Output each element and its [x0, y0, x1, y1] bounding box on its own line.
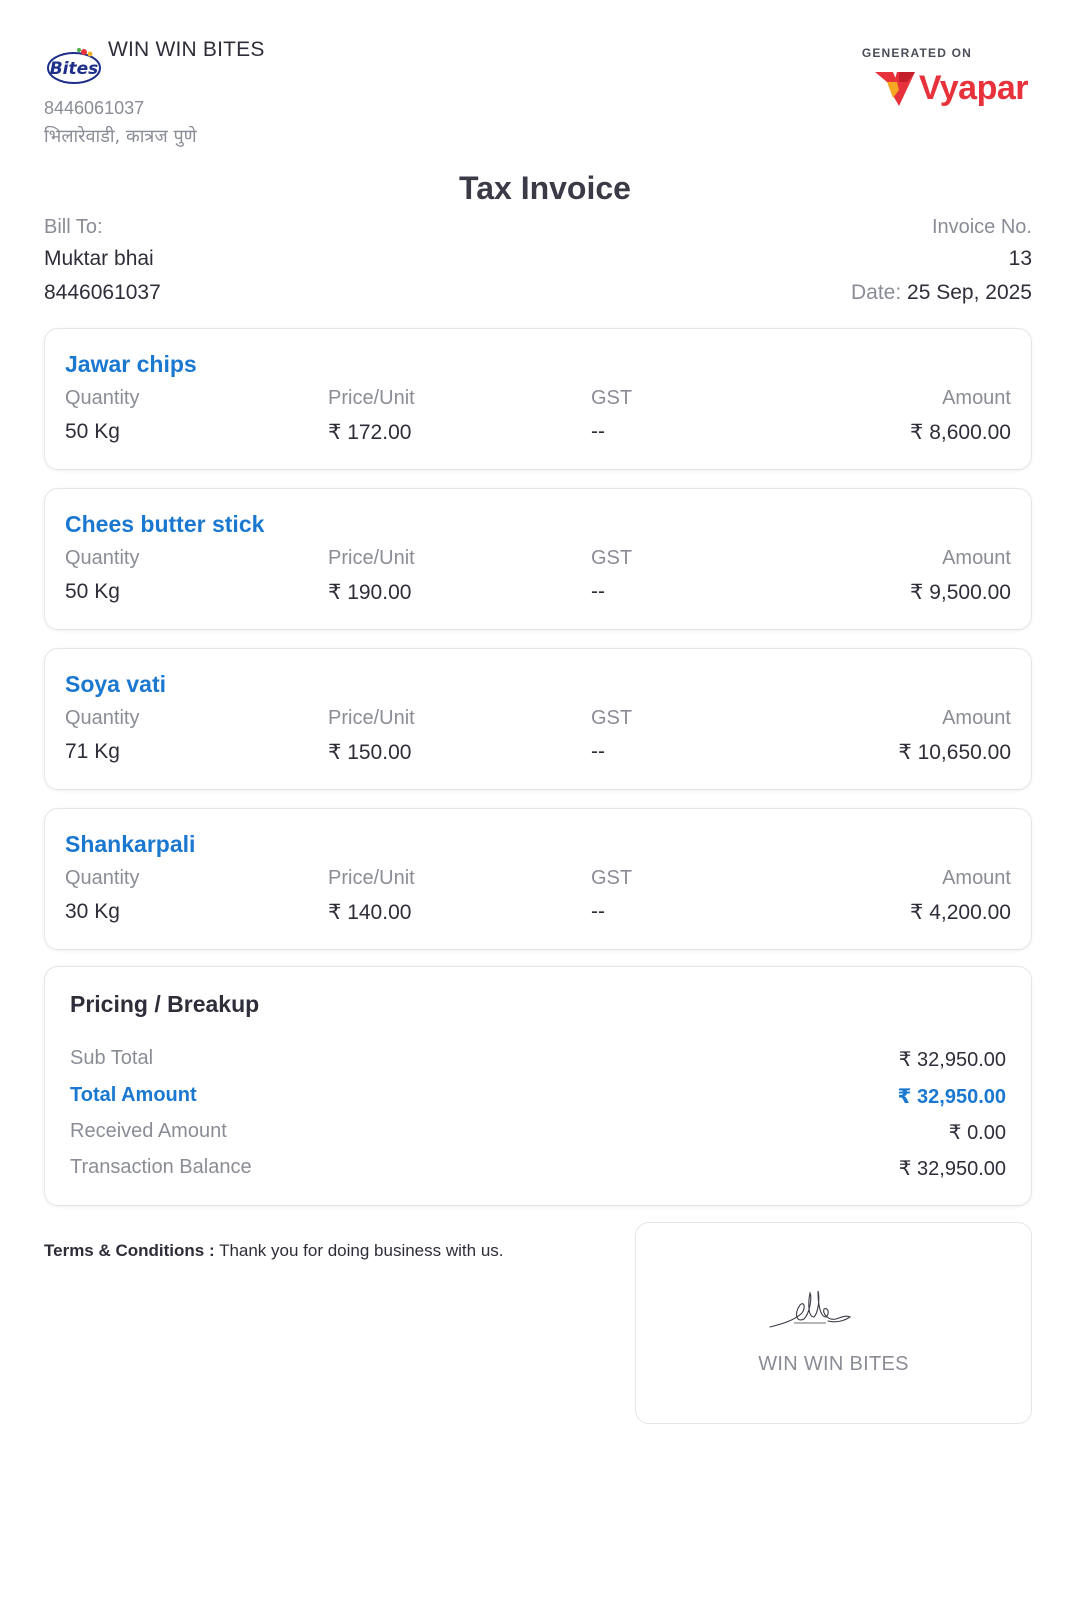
- signature-image: [769, 1290, 852, 1328]
- item-gst: GST --: [591, 707, 632, 764]
- item-card: Shankarpali Quantity 30 Kg Price/Unit ₹ …: [44, 808, 1032, 950]
- breakup-title: Pricing / Breakup: [70, 991, 260, 1017]
- bill-to-label: Bill To:: [44, 216, 103, 238]
- generated-on-label: GENERATED ON: [861, 46, 972, 60]
- transaction-balance-label: Transaction Balance: [70, 1156, 252, 1178]
- gst-value: --: [591, 420, 605, 443]
- business-name: WIN WIN BITES: [108, 38, 265, 61]
- item-price: Price/Unit ₹ 190.00: [328, 547, 415, 605]
- item-amount: Amount ₹ 8,600.00: [910, 387, 1011, 445]
- gst-header: GST: [591, 547, 633, 569]
- customer-phone: 8446061037: [44, 281, 161, 304]
- item-price: Price/Unit ₹ 140.00: [328, 867, 415, 925]
- invoice-date-value: 25 Sep, 2025: [907, 281, 1032, 304]
- item-amount: Amount ₹ 10,650.00: [898, 707, 1011, 765]
- total-amount-label: Total Amount: [70, 1084, 197, 1106]
- bill-to-section: Bill To: Muktar bhai 8446061037: [44, 216, 161, 305]
- item-quantity: Quantity 71 Kg: [65, 707, 139, 764]
- amount-header: Amount: [942, 387, 1011, 409]
- item-quantity: Quantity 50 Kg: [65, 547, 139, 604]
- received-amount-value: ₹ 0.00: [948, 1122, 1006, 1144]
- quantity-header: Quantity: [65, 867, 140, 889]
- item-amount: Amount ₹ 4,200.00: [910, 867, 1011, 925]
- total-amount-row: Total Amount ₹ 32,950.00: [70, 1084, 1006, 1109]
- received-amount-row: Received Amount ₹ 0.00: [70, 1120, 1006, 1145]
- vyapar-wordmark: Vyapar: [918, 68, 1029, 107]
- item-gst: GST --: [591, 387, 632, 444]
- business-phone: 8446061037: [44, 98, 145, 118]
- item-card: Jawar chips Quantity 50 Kg Price/Unit ₹ …: [44, 328, 1032, 470]
- item-card: Chees butter stick Quantity 50 Kg Price/…: [44, 488, 1032, 630]
- item-card: Soya vati Quantity 71 Kg Price/Unit ₹ 15…: [44, 648, 1032, 790]
- quantity-header: Quantity: [65, 707, 140, 729]
- quantity-header: Quantity: [65, 547, 140, 569]
- terms-label: Terms & Conditions :: [44, 1241, 215, 1260]
- gst-value: --: [591, 580, 605, 603]
- amount-header: Amount: [942, 867, 1011, 889]
- pricing-breakup-card: Pricing / Breakup Sub Total ₹ 32,950.00 …: [44, 966, 1032, 1206]
- amount-value: ₹ 9,500.00: [910, 581, 1011, 604]
- item-name: Soya vati: [65, 671, 166, 697]
- terms-and-conditions: Terms & Conditions : Thank you for doing…: [44, 1241, 504, 1261]
- invoice-no-label: Invoice No.: [931, 216, 1032, 238]
- quantity-header: Quantity: [65, 387, 140, 409]
- item-gst: GST --: [591, 867, 632, 924]
- item-price: Price/Unit ₹ 150.00: [328, 707, 415, 765]
- invoice-date-label: Date:: [851, 281, 902, 304]
- gst-value: --: [591, 740, 605, 763]
- price-header: Price/Unit: [328, 387, 415, 409]
- business-logo: Bites: [47, 48, 101, 84]
- item-name: Jawar chips: [65, 351, 197, 377]
- quantity-value: 50 Kg: [65, 420, 120, 443]
- received-amount-label: Received Amount: [70, 1120, 227, 1142]
- signature-box: WIN WIN BITES: [635, 1222, 1032, 1424]
- quantity-value: 30 Kg: [65, 900, 120, 923]
- svg-text:Bites: Bites: [50, 59, 99, 79]
- customer-name: Muktar bhai: [44, 247, 154, 270]
- amount-header: Amount: [942, 547, 1011, 569]
- item-gst: GST --: [591, 547, 632, 604]
- gst-header: GST: [591, 707, 633, 729]
- invoice-date: Date: 25 Sep, 2025: [851, 281, 1032, 305]
- quantity-value: 50 Kg: [65, 580, 120, 603]
- item-quantity: Quantity 50 Kg: [65, 387, 139, 444]
- transaction-balance-value: ₹ 32,950.00: [898, 1158, 1006, 1180]
- gst-value: --: [591, 900, 605, 923]
- price-value: ₹ 190.00: [328, 581, 412, 604]
- sub-total-row: Sub Total ₹ 32,950.00: [70, 1047, 1006, 1072]
- amount-value: ₹ 8,600.00: [910, 421, 1011, 444]
- transaction-balance-row: Transaction Balance ₹ 32,950.00: [70, 1156, 1006, 1181]
- gst-header: GST: [591, 387, 633, 409]
- total-amount-value: ₹ 32,950.00: [897, 1086, 1006, 1108]
- price-header: Price/Unit: [328, 547, 415, 569]
- price-header: Price/Unit: [328, 707, 415, 729]
- gst-header: GST: [591, 867, 633, 889]
- price-value: ₹ 140.00: [328, 901, 412, 924]
- business-address: भिलारेवाडी, कात्रज पुणे: [44, 126, 197, 147]
- item-name: Shankarpali: [65, 831, 196, 857]
- item-quantity: Quantity 30 Kg: [65, 867, 139, 924]
- quantity-value: 71 Kg: [65, 740, 120, 763]
- amount-value: ₹ 10,650.00: [898, 741, 1011, 764]
- invoice-header: Bites WIN WIN BITES 8446061037 भिलारेवाड…: [44, 36, 1032, 156]
- item-price: Price/Unit ₹ 172.00: [328, 387, 415, 445]
- page-title: Tax Invoice: [459, 170, 631, 206]
- sub-total-value: ₹ 32,950.00: [898, 1049, 1006, 1071]
- vyapar-logo: Vyapar: [873, 66, 1029, 110]
- amount-value: ₹ 4,200.00: [910, 901, 1011, 924]
- amount-header: Amount: [942, 707, 1011, 729]
- item-amount: Amount ₹ 9,500.00: [910, 547, 1011, 605]
- price-value: ₹ 150.00: [328, 741, 412, 764]
- price-header: Price/Unit: [328, 867, 415, 889]
- price-value: ₹ 172.00: [328, 421, 412, 444]
- item-name: Chees butter stick: [65, 511, 265, 537]
- invoice-number: 13: [1008, 247, 1032, 270]
- signatory-name: WIN WIN BITES: [758, 1353, 909, 1375]
- terms-text: Thank you for doing business with us.: [219, 1241, 504, 1260]
- sub-total-label: Sub Total: [70, 1047, 154, 1069]
- invoice-info-section: Invoice No. 13 Date: 25 Sep, 2025: [851, 216, 1032, 305]
- vyapar-mark-icon: [874, 72, 915, 106]
